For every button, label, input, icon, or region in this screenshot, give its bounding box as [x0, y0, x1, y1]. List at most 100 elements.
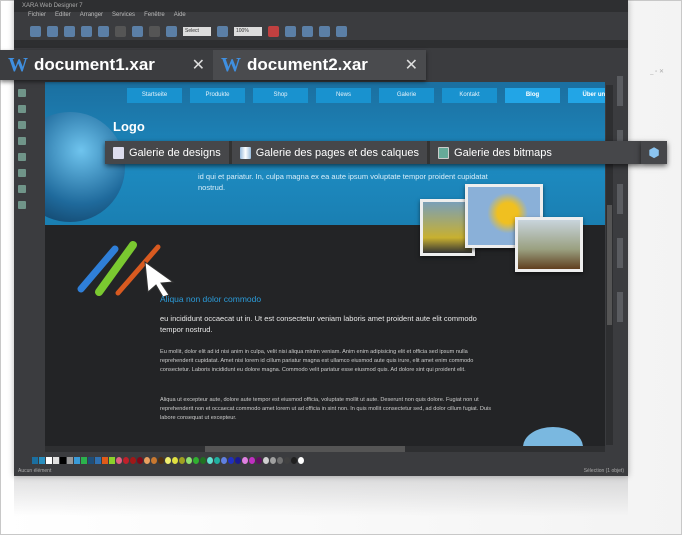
palette-swatch[interactable]: [46, 456, 52, 464]
palette-swatch[interactable]: [249, 456, 255, 464]
palette-swatch[interactable]: [137, 456, 143, 464]
palette-swatch[interactable]: [74, 456, 80, 464]
select-dropdown[interactable]: Select: [183, 26, 211, 36]
shadow-tool-icon[interactable]: [18, 185, 26, 193]
palette-swatch[interactable]: [32, 456, 38, 464]
vertical-scrollbar[interactable]: [606, 85, 613, 445]
menu-fichier[interactable]: Fichier: [28, 12, 46, 22]
palette-swatch[interactable]: [207, 456, 213, 464]
body-paragraph-2: Aliqua ut excepteur aute, dolore aute te…: [160, 397, 492, 421]
bitmap-icon[interactable]: [268, 25, 279, 37]
horizontal-scrollbar[interactable]: [45, 446, 605, 452]
dock-tab-5[interactable]: [617, 292, 623, 322]
gallery-dock: [614, 70, 626, 460]
nav-uber-uns[interactable]: Über uns: [568, 88, 605, 103]
close-icon[interactable]: ✕: [405, 55, 418, 75]
save-icon[interactable]: [64, 25, 75, 37]
palette-swatch[interactable]: [95, 456, 101, 464]
palette-swatch[interactable]: [39, 456, 45, 464]
palette-swatch[interactable]: [179, 456, 185, 464]
new-icon[interactable]: [30, 25, 41, 37]
transparency-tool-icon[interactable]: [18, 169, 26, 177]
palette-swatch[interactable]: [284, 456, 290, 464]
menu-editer[interactable]: Editer: [55, 12, 71, 22]
open-icon[interactable]: [47, 25, 58, 37]
window-controls[interactable]: _ ▫ ✕: [650, 68, 664, 75]
palette-swatch[interactable]: [298, 456, 304, 464]
lead-paragraph: eu incididunt occaecat ut in. Ut est con…: [160, 314, 477, 334]
palette-swatch[interactable]: [263, 456, 269, 464]
nav-produkte[interactable]: Produkte: [190, 88, 245, 103]
close-icon[interactable]: ✕: [192, 55, 205, 75]
nav-kontakt[interactable]: Kontakt: [442, 88, 497, 103]
palette-swatch[interactable]: [186, 456, 192, 464]
text-tool-icon[interactable]: [18, 137, 26, 145]
palette-swatch[interactable]: [102, 456, 108, 464]
menu-aide[interactable]: Aide: [174, 12, 186, 22]
dock-tab-4[interactable]: [617, 238, 623, 268]
help-icon[interactable]: [336, 25, 347, 37]
palette-swatch[interactable]: [165, 456, 171, 464]
landscape-photo: [515, 217, 583, 272]
bitmap-gallery-button[interactable]: Galerie des bitmaps: [430, 141, 641, 164]
menu-fenetre[interactable]: Fenêtre: [144, 12, 165, 22]
copy-icon[interactable]: [81, 25, 92, 37]
selector-tool-icon[interactable]: [18, 89, 26, 97]
delete-icon[interactable]: [115, 25, 126, 37]
transform-icon[interactable]: [166, 25, 177, 37]
paste-icon[interactable]: [98, 25, 109, 37]
palette-swatch[interactable]: [53, 456, 59, 464]
palette-swatch[interactable]: [200, 456, 206, 464]
publish-icon[interactable]: [319, 25, 330, 37]
preview-icon[interactable]: [285, 25, 296, 37]
palette-swatch[interactable]: [109, 456, 115, 464]
dock-tab-1[interactable]: [617, 76, 623, 106]
zoom-icon[interactable]: [217, 25, 228, 37]
palette-swatch[interactable]: [256, 456, 262, 464]
palette-swatch[interactable]: [277, 456, 283, 464]
gallery-options-icon[interactable]: ⬢: [641, 141, 667, 164]
palette-swatch[interactable]: [235, 456, 241, 464]
nav-news[interactable]: News: [316, 88, 371, 103]
menu-arranger[interactable]: Arranger: [80, 12, 103, 22]
palette-swatch[interactable]: [221, 456, 227, 464]
palette-swatch[interactable]: [158, 456, 164, 464]
nav-startseite[interactable]: Startseite: [127, 88, 182, 103]
zoom-tool-icon[interactable]: [18, 201, 26, 209]
document-tabs: W document1.xar ✕ W document2.xar ✕: [0, 50, 426, 80]
palette-swatch[interactable]: [88, 456, 94, 464]
decorative-shape: [523, 427, 583, 446]
palette-swatch[interactable]: [291, 456, 297, 464]
palette-swatch[interactable]: [172, 456, 178, 464]
palette-swatch[interactable]: [214, 456, 220, 464]
zoom-dropdown[interactable]: 100%: [234, 26, 262, 36]
undo-icon[interactable]: [132, 25, 143, 37]
redo-icon[interactable]: [149, 25, 160, 37]
palette-swatch[interactable]: [228, 456, 234, 464]
palette-swatch[interactable]: [270, 456, 276, 464]
document-canvas[interactable]: Startseite Produkte Shop News Galerie Ko…: [45, 82, 605, 446]
menu-services[interactable]: Services: [112, 12, 135, 22]
palette-swatch[interactable]: [67, 456, 73, 464]
palette-swatch[interactable]: [193, 456, 199, 464]
palette-swatch[interactable]: [151, 456, 157, 464]
designs-gallery-button[interactable]: Galerie de designs: [105, 141, 232, 164]
palette-swatch[interactable]: [144, 456, 150, 464]
tab-document2[interactable]: W document2.xar ✕: [213, 50, 426, 80]
palette-swatch[interactable]: [116, 456, 122, 464]
palette-swatch[interactable]: [242, 456, 248, 464]
link-icon[interactable]: [302, 25, 313, 37]
pen-tool-icon[interactable]: [18, 105, 26, 113]
dock-tab-3[interactable]: [617, 184, 623, 214]
nav-shop[interactable]: Shop: [253, 88, 308, 103]
nav-galerie[interactable]: Galerie: [379, 88, 434, 103]
pages-layers-gallery-button[interactable]: Galerie des pages et des calques: [232, 141, 431, 164]
palette-swatch[interactable]: [130, 456, 136, 464]
fill-tool-icon[interactable]: [18, 153, 26, 161]
nav-blog[interactable]: Blog: [505, 88, 560, 103]
rectangle-tool-icon[interactable]: [18, 121, 26, 129]
palette-swatch[interactable]: [123, 456, 129, 464]
palette-swatch[interactable]: [60, 456, 66, 464]
palette-swatch[interactable]: [81, 456, 87, 464]
tab-document1[interactable]: W document1.xar ✕: [0, 50, 213, 80]
